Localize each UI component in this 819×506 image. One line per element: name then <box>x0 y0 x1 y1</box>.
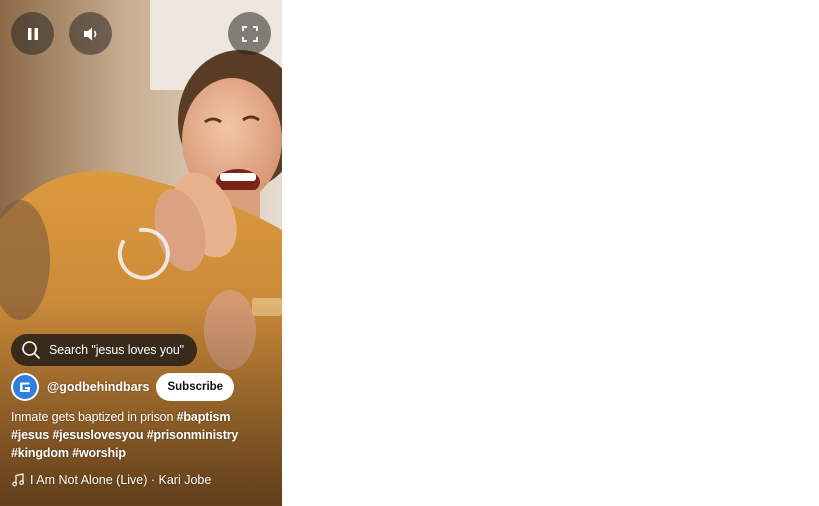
video-description: Inmate gets baptized in prison #baptism … <box>11 408 256 462</box>
hashtag-link[interactable]: #jesus <box>11 428 49 442</box>
channel-avatar[interactable] <box>11 373 39 401</box>
music-note-icon <box>12 473 24 487</box>
hashtag-link[interactable]: #baptism <box>177 410 231 424</box>
hashtag-link[interactable]: #jesuslovesyou <box>52 428 143 442</box>
volume-icon <box>83 27 96 40</box>
hashtag-link[interactable]: #worship <box>72 446 126 460</box>
music-track-title: I Am Not Alone (Live) · Kari Jobe <box>30 473 212 487</box>
loading-spinner <box>117 227 170 280</box>
hashtag-link[interactable]: #kingdom <box>11 446 69 460</box>
search-icon <box>22 341 40 359</box>
fullscreen-button[interactable] <box>228 12 271 55</box>
shorts-video-player[interactable]: Search "jesus loves you" @godbehindbars … <box>0 0 282 506</box>
description-text: Inmate gets baptized in prison <box>11 410 174 424</box>
volume-button[interactable] <box>69 12 112 55</box>
hashtag-link[interactable]: #prisonministry <box>147 428 239 442</box>
subscribe-button[interactable]: Subscribe <box>156 373 235 401</box>
search-suggestion-pill[interactable]: Search "jesus loves you" <box>11 334 197 366</box>
channel-handle[interactable]: @godbehindbars <box>47 380 149 394</box>
channel-row: @godbehindbars Subscribe <box>11 373 235 401</box>
pause-button[interactable] <box>11 12 54 55</box>
fullscreen-icon <box>241 25 258 42</box>
pause-icon <box>27 27 38 40</box>
channel-logo-icon <box>13 375 37 399</box>
search-suggestion-text: Search "jesus loves you" <box>49 343 185 357</box>
music-track-link[interactable]: I Am Not Alone (Live) · Kari Jobe <box>11 471 211 489</box>
